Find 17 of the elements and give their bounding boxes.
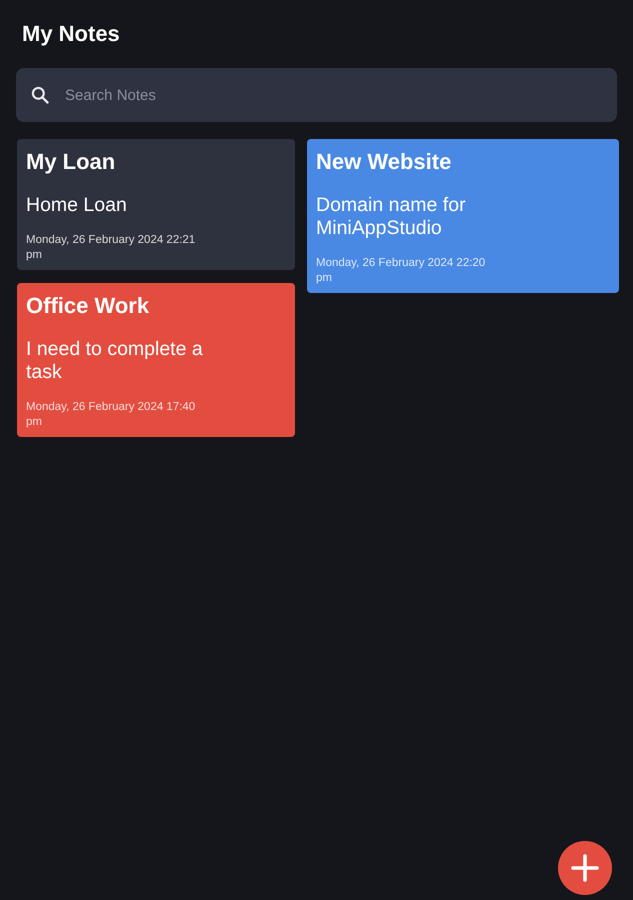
note-title: My Loan [26, 148, 116, 176]
note-date: Monday, 26 February 2024 22:21 pm [26, 233, 196, 263]
plus-icon [571, 854, 599, 882]
note-card[interactable]: My Loan Home Loan Monday, 26 February 2024 22:21 pm [17, 139, 295, 270]
note-body: Home Loan [26, 194, 128, 217]
note-body: I need to complete a task [26, 338, 204, 384]
note-date: Monday, 26 February 2024 22:20 pm [316, 256, 486, 286]
search-icon [30, 85, 50, 105]
note-title: Office Work [26, 292, 150, 320]
note-title: New Website [316, 148, 452, 176]
add-note-button[interactable] [558, 841, 612, 895]
search-field[interactable]: Search Notes [16, 68, 617, 122]
note-date: Monday, 26 February 2024 17:40 pm [26, 400, 196, 430]
page-title: My Notes [22, 21, 121, 47]
note-card[interactable]: Office Work I need to complete a task Monday, 26 February 2024 17:40 pm [17, 283, 295, 437]
note-body: Domain name for MiniAppStudio [316, 194, 467, 240]
note-card[interactable]: New Website Domain name for MiniAppStudio Monday, 26 February 2024 22:20 pm [307, 139, 619, 293]
